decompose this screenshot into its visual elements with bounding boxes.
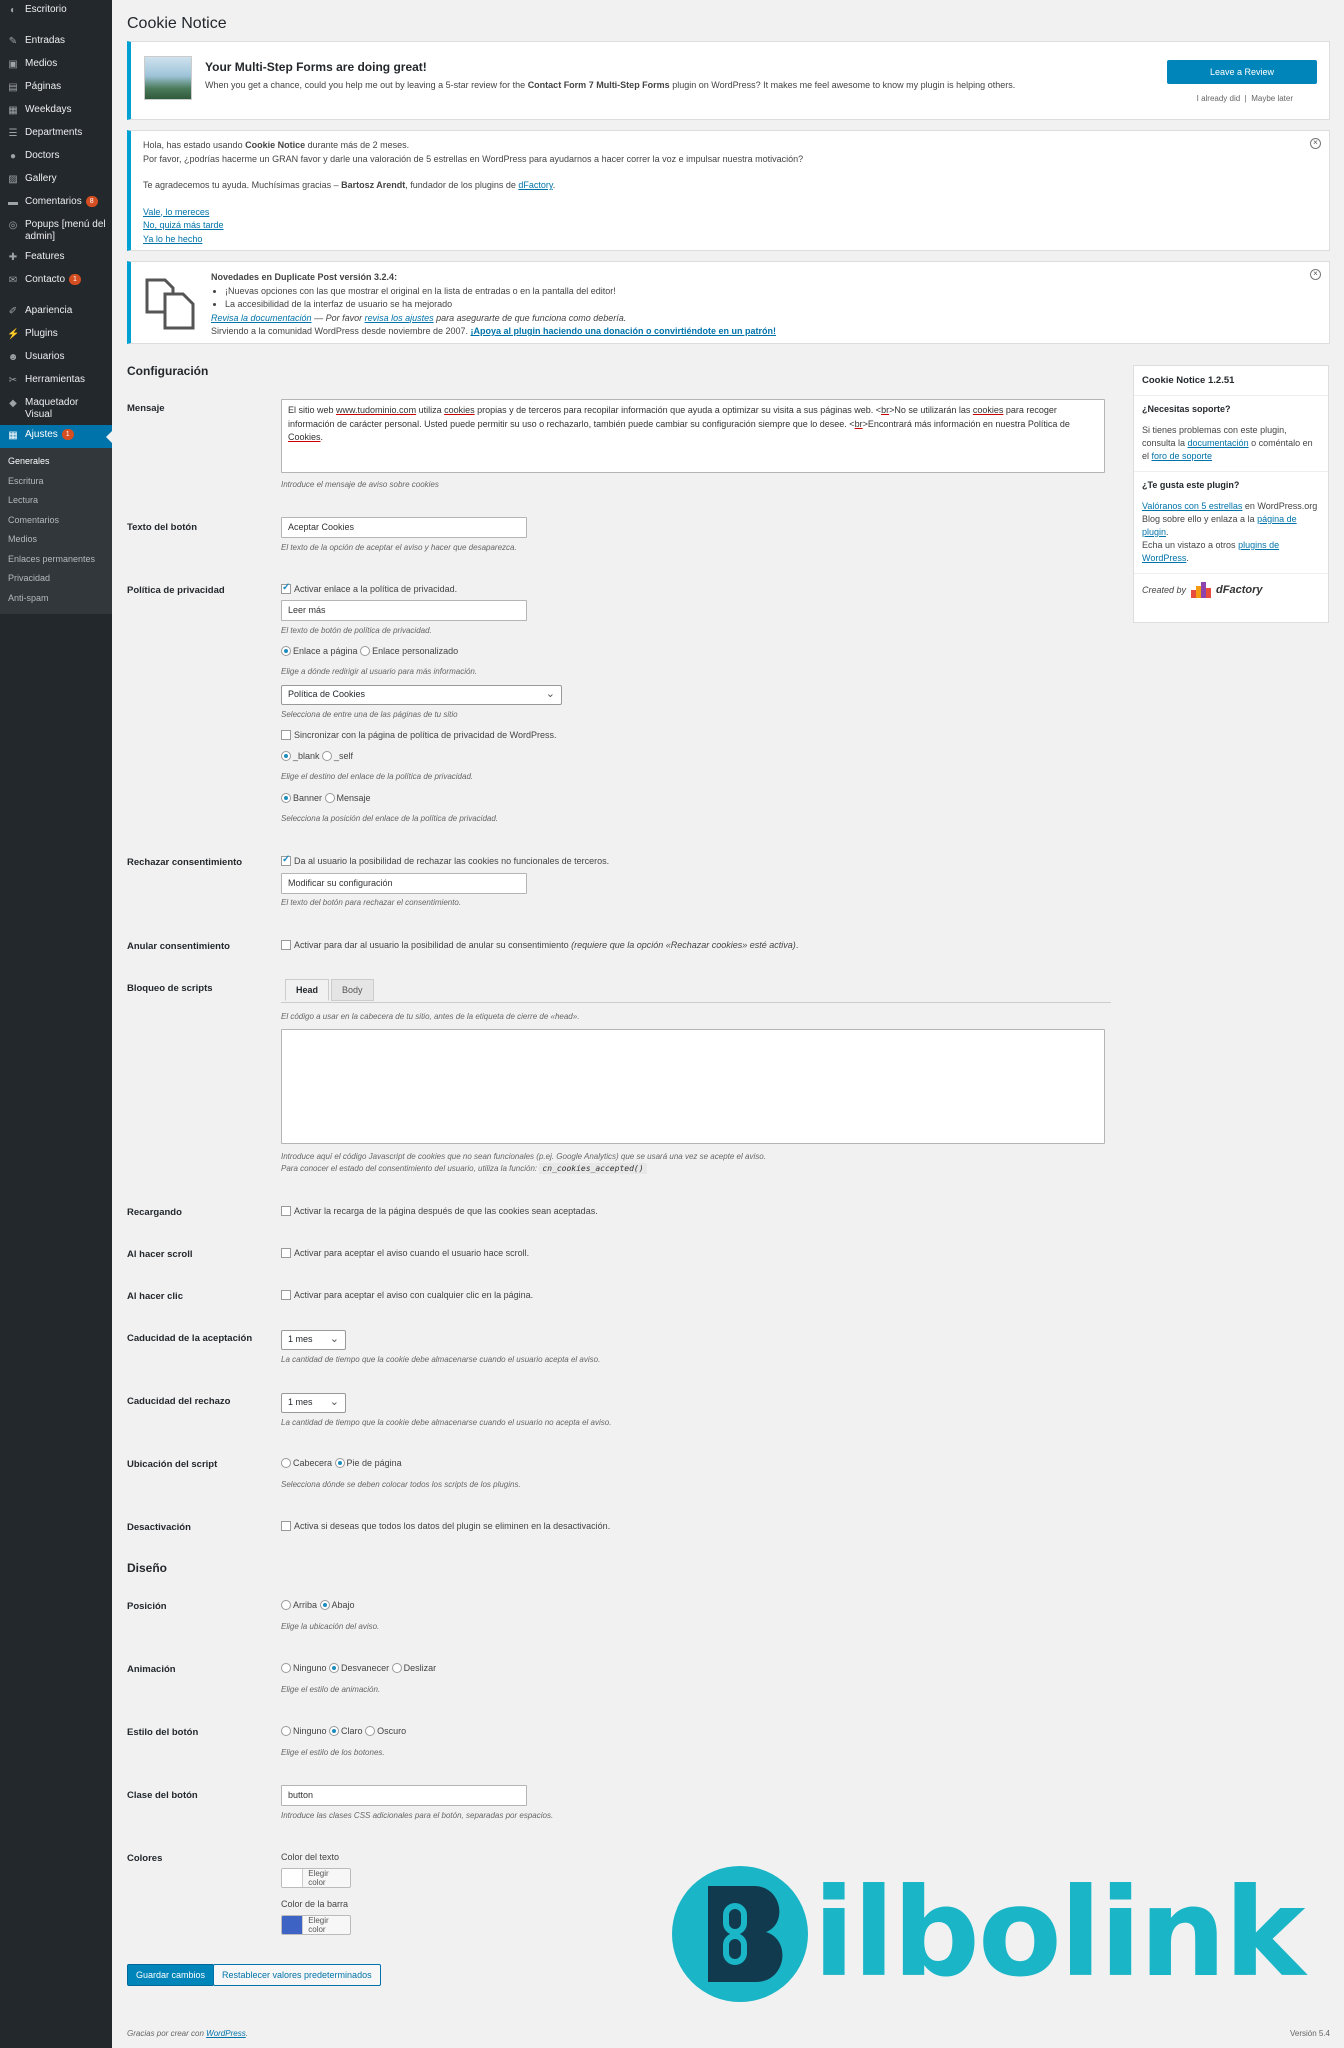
script-blocking-label: Bloqueo de scripts [127, 983, 213, 994]
refuse-consent-checkbox[interactable]: Da al usuario la posibilidad de rechazar… [281, 854, 609, 866]
rate-stars-link[interactable]: Valóranos con 5 estrellas [1142, 501, 1242, 511]
wordpress-link[interactable]: WordPress [206, 2029, 246, 2038]
like-heading: ¿Te gusta este plugin? [1142, 480, 1240, 490]
version-text: Versión 5.4 [1289, 2029, 1330, 2038]
on-click-checkbox[interactable]: Activar para aceptar el aviso con cualqu… [281, 1290, 533, 1300]
head-code-textarea[interactable] [281, 1029, 1105, 1144]
link-position-radios[interactable]: Banner Mensaje [281, 793, 371, 803]
message-desc: Introduce el mensaje de aviso sobre cook… [281, 480, 439, 489]
script-placement-desc: Selecciona dónde se deben colocar todos … [281, 1480, 521, 1489]
head-code-desc: El código a usar en la cabecera de tu si… [281, 1012, 580, 1021]
deactivation-label: Desactivación [127, 1522, 191, 1533]
button-style-label: Estilo del botón [127, 1727, 199, 1738]
privacy-link-type-radios[interactable]: Enlace a página Enlace personalizado [281, 646, 458, 656]
privacy-link-type-desc: Elige a dónde redirigir al usuario para … [281, 667, 478, 676]
reject-expiry-select[interactable]: 1 mes [281, 1393, 346, 1413]
script-desc: Introduce aquí el código Javascript de c… [281, 1152, 766, 1161]
tab-body[interactable]: Body [331, 979, 374, 1001]
support-forum-link[interactable]: foro de soporte [1152, 451, 1213, 461]
position-label: Posición [127, 1601, 167, 1612]
button-class-label: Clase del botón [127, 1790, 198, 1801]
button-style-radios[interactable]: Ninguno Claro Oscuro [281, 1726, 406, 1736]
reject-expiry-desc: La cantidad de tiempo que la cookie debe… [281, 1418, 612, 1427]
bar-color-picker[interactable]: Elegir color [281, 1915, 351, 1935]
like-text: Valóranos con 5 estrellas en WordPress.o… [1142, 501, 1318, 563]
bilbolink-watermark: ilbolink [670, 1858, 1305, 2008]
function-code: cn_cookies_accepted() [539, 1163, 647, 1174]
message-label: Mensaje [127, 403, 165, 414]
documentation-link[interactable]: documentación [1188, 438, 1249, 448]
sync-privacy-checkbox[interactable]: Sincronizar con la página de política de… [281, 730, 556, 740]
message-textarea[interactable]: El sitio web www.tudominio.com utiliza c… [281, 399, 1105, 473]
privacy-page-select[interactable]: Política de Cookies [281, 685, 562, 705]
refuse-text-input[interactable]: Modificar su configuración [281, 873, 527, 894]
tab-head[interactable]: Head [285, 979, 330, 1001]
watermark-text: ilbolink [813, 1862, 1305, 2004]
on-click-label: Al hacer clic [127, 1291, 183, 1302]
privacy-text-desc: El texto de botón de política de privaci… [281, 626, 432, 635]
link-target-desc: Elige el destino del enlace de la políti… [281, 772, 474, 781]
privacy-text-input[interactable]: Leer más [281, 600, 527, 621]
refuse-text-desc: El texto del botón para rechazar el cons… [281, 898, 462, 907]
accept-expiry-select[interactable]: 1 mes [281, 1330, 346, 1350]
reject-expiry-label: Caducidad del rechazo [127, 1396, 231, 1407]
button-text-input[interactable]: Aceptar Cookies [281, 517, 527, 538]
config-heading: Configuración [127, 364, 209, 378]
animation-desc: Elige el estilo de animación. [281, 1685, 381, 1694]
text-color-picker[interactable]: Elegir color [281, 1868, 351, 1888]
link-target-radios[interactable]: _blank _self [281, 751, 353, 761]
animation-radios[interactable]: Ninguno Desvanecer Deslizar [281, 1663, 436, 1673]
privacy-policy-label: Política de privacidad [127, 585, 225, 596]
revoke-consent-checkbox[interactable]: Activar para dar al usuario la posibilid… [281, 940, 798, 950]
script-placement-radios[interactable]: Cabecera Pie de página [281, 1458, 402, 1468]
button-text-label: Texto del botón [127, 522, 198, 533]
footer-thanks: Gracias por crear con WordPress. [127, 2029, 248, 2038]
accept-expiry-desc: La cantidad de tiempo que la cookie debe… [281, 1355, 601, 1364]
refuse-consent-label: Rechazar consentimiento [127, 857, 243, 868]
reset-defaults-button[interactable]: Restablecer valores predeterminados [213, 1964, 381, 1986]
created-by: Created by dFactory [1142, 582, 1263, 598]
on-scroll-label: Al hacer scroll [127, 1249, 193, 1260]
link-position-desc: Selecciona la posición del enlace de la … [281, 814, 499, 823]
consent-function-desc: Para conocer el estado del consentimient… [281, 1163, 647, 1174]
button-class-input[interactable]: button [281, 1785, 527, 1806]
on-scroll-checkbox[interactable]: Activar para aceptar el aviso cuando el … [281, 1248, 529, 1258]
privacy-page-desc: Selecciona de entre una de las páginas d… [281, 710, 458, 719]
settings-form: Configuración Mensaje El sitio web www.t… [0, 0, 1344, 2048]
support-heading: ¿Necesitas soporte? [1142, 404, 1231, 414]
deactivation-checkbox[interactable]: Activa si deseas que todos los datos del… [281, 1521, 610, 1531]
reload-checkbox[interactable]: Activar la recarga de la página después … [281, 1206, 598, 1216]
colors-label: Colores [127, 1853, 163, 1864]
button-style-desc: Elige el estilo de los botones. [281, 1748, 385, 1757]
script-placement-label: Ubicación del script [127, 1459, 218, 1470]
design-heading: Diseño [127, 1561, 168, 1575]
reload-label: Recargando [127, 1207, 182, 1218]
save-changes-button[interactable]: Guardar cambios [127, 1964, 215, 1986]
dfactory-logo-icon [1191, 582, 1212, 598]
button-text-desc: El texto de la opción de aceptar el avis… [281, 543, 517, 552]
accept-expiry-label: Caducidad de la aceptación [127, 1333, 253, 1344]
bilbolink-logo-icon [672, 1866, 808, 2002]
position-radios[interactable]: Arriba Abajo [281, 1600, 355, 1610]
tab-divider [281, 1002, 1111, 1003]
text-color-label: Color del texto [281, 1852, 340, 1862]
revoke-consent-label: Anular consentimiento [127, 941, 230, 952]
plugin-info-box: Cookie Notice 1.2.51 ¿Necesitas soporte?… [1133, 365, 1329, 623]
position-desc: Elige la ubicación del aviso. [281, 1622, 380, 1631]
animation-label: Animación [127, 1664, 176, 1675]
button-class-desc: Introduce las clases CSS adicionales par… [281, 1811, 554, 1820]
plugin-info-title: Cookie Notice 1.2.51 [1134, 366, 1328, 396]
privacy-enable-checkbox[interactable]: Activar enlace a la política de privacid… [281, 582, 457, 594]
support-text: Si tienes problemas con este plugin, con… [1142, 425, 1313, 461]
bar-color-label: Color de la barra [281, 1899, 349, 1909]
